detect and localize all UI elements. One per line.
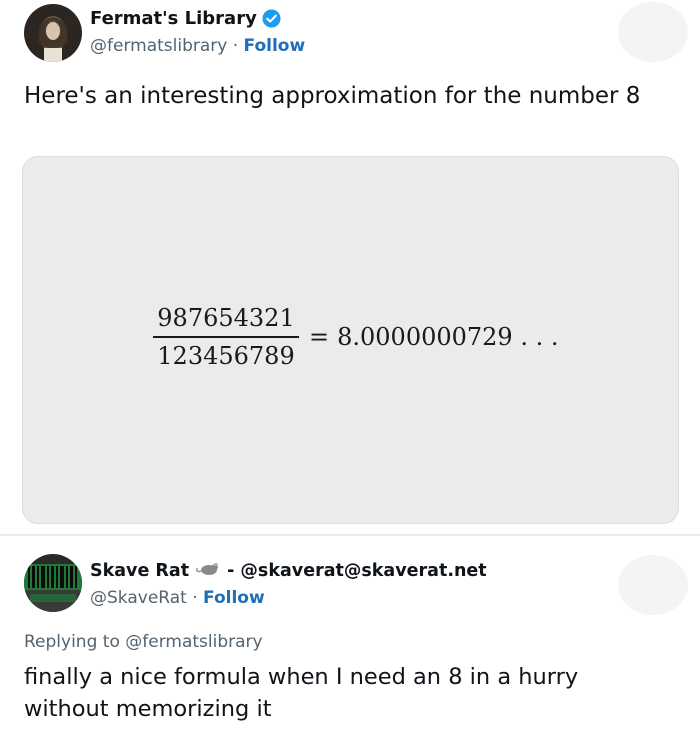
tweet-text: Here's an interesting approximation for … (24, 83, 641, 109)
reply-follow-button[interactable]: Follow (203, 588, 265, 608)
fraction: 987654321 123456789 (153, 303, 299, 371)
reply-author-name-line: Skave Rat - @skaverat@skaverat.net (90, 560, 487, 581)
reply-tweet: Skave Rat - @skaverat@skaverat.net @Skav… (0, 537, 700, 734)
tweet-divider (0, 534, 700, 536)
author-name[interactable]: Fermat's Library (90, 8, 257, 29)
author-handle-line: @fermatslibrary · Follow (90, 36, 305, 56)
author-handle[interactable]: @fermatslibrary (90, 36, 227, 56)
verified-badge-icon (262, 9, 281, 28)
faded-corner-shape (618, 555, 688, 615)
formula: 987654321 123456789 = 8.0000000729 . . . (153, 303, 558, 371)
formula-result: 8.0000000729 . . . (337, 322, 559, 351)
equals-sign: = (309, 322, 330, 351)
handle-separator: · (227, 36, 244, 56)
rat-icon (195, 560, 221, 581)
main-tweet: Fermat's Library @fermatslibrary · Follo… (0, 0, 700, 533)
reply-author-handle-line: @SkaveRat · Follow (90, 588, 265, 608)
fraction-bar (153, 336, 299, 338)
reply-author-avatar[interactable] (24, 554, 82, 612)
reply-handle-separator: · (186, 588, 204, 608)
author-avatar[interactable] (24, 4, 82, 62)
reply-author-name[interactable]: Skave Rat (90, 561, 189, 581)
faded-corner-shape (618, 2, 688, 62)
author-name-line: Fermat's Library (90, 8, 281, 29)
tweet-media-image[interactable]: 987654321 123456789 = 8.0000000729 . . . (22, 156, 679, 524)
reply-author-handle[interactable]: @SkaveRat (90, 588, 187, 608)
replying-to-label[interactable]: Replying to @fermatslibrary (24, 632, 263, 652)
fraction-numerator: 987654321 (157, 304, 295, 332)
follow-button[interactable]: Follow (244, 36, 306, 56)
reply-tweet-text: finally a nice formula when I need an 8 … (24, 664, 579, 722)
fraction-denominator: 123456789 (157, 341, 295, 370)
reply-author-fediverse-handle: - @skaverat@skaverat.net (227, 560, 487, 581)
